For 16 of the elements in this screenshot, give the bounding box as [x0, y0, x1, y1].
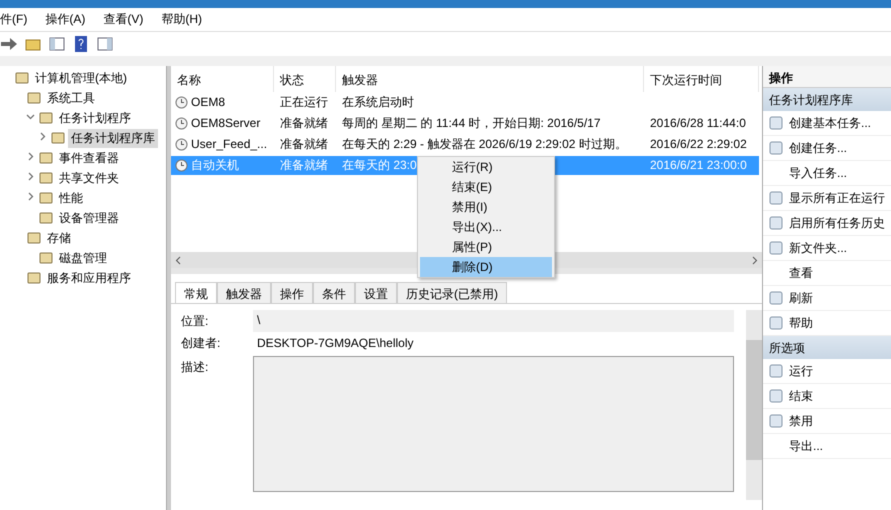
- panel-title: 操作: [763, 66, 891, 88]
- table-cell-text: 每周的 星期二 的 11:44 时，开始日期: 2016/5/17: [341, 115, 602, 132]
- field-label: 位置:: [181, 313, 210, 330]
- table-cell-text: 在系统启动时: [341, 94, 415, 111]
- field-label: 描述:: [181, 359, 210, 376]
- table-cell-text: 2016/6/22 2:29:02: [649, 136, 748, 153]
- table-cell-text: 2016/6/28 11:44:0: [649, 115, 747, 132]
- table-cell-text: 准备就绪: [279, 136, 329, 153]
- table-cell: 2016/6/21 23:00:0: [644, 156, 759, 175]
- table-cell-text: 在每天的 2:29 - 触发器在 2026/6/19 2:29:02 时过期。: [341, 136, 628, 153]
- table-cell: 准备就绪: [274, 156, 336, 175]
- table-cell-text: 正在运行: [279, 94, 329, 111]
- field-label: 创建者:: [181, 335, 222, 352]
- location-field: \: [253, 310, 734, 332]
- table-cell-text: 准备就绪: [279, 115, 329, 132]
- author-value: DESKTOP-7GM9AQE\helloly: [256, 335, 414, 352]
